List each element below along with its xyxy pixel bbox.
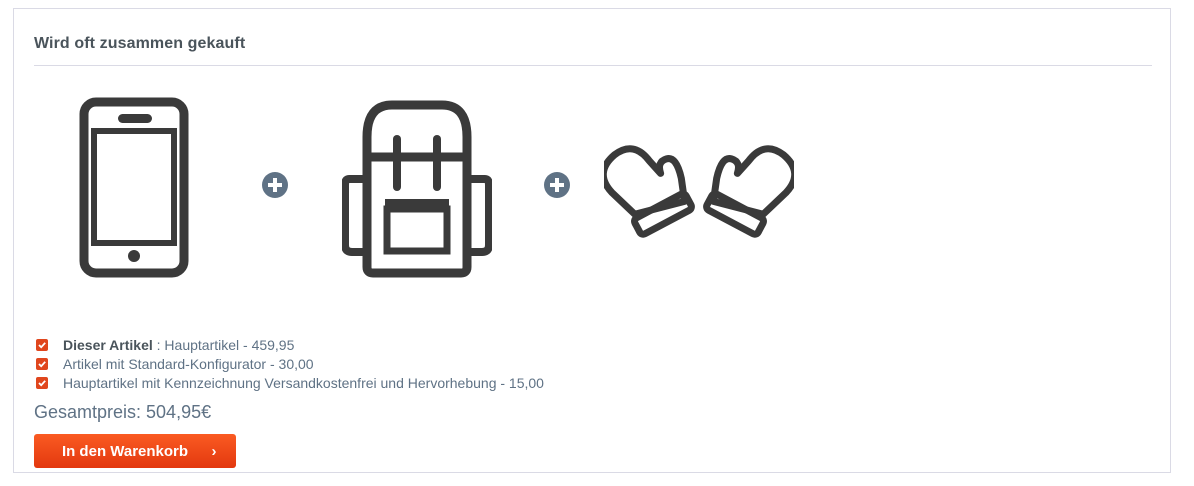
chevron-right-icon: › (211, 442, 217, 460)
add-to-cart-button[interactable]: In den Warenkorb › (34, 434, 236, 468)
divider (34, 65, 1152, 66)
backpack-icon (341, 100, 493, 278)
item-checkbox[interactable] (36, 338, 48, 351)
bundle-item: Artikel mit Standard-Konfigurator - 30,0… (36, 354, 544, 373)
item-label: Artikel mit Standard-Konfigurator - 30,0… (63, 355, 314, 372)
item-label: : Hauptartikel - 459,95 (152, 336, 295, 353)
plus-circle-icon (544, 172, 570, 198)
product-smartphone[interactable] (79, 97, 189, 284)
bundle-item: Dieser Artikel : Hauptartikel - 459,95 (36, 335, 544, 354)
checkmark-icon (38, 379, 46, 387)
item-checkbox[interactable] (36, 376, 48, 389)
checkmark-icon (38, 341, 46, 349)
item-bold-label: Dieser Artikel (63, 336, 153, 353)
item-label: Hauptartikel mit Kennzeichnung Versandko… (63, 374, 544, 391)
product-mittens[interactable] (599, 137, 799, 252)
total-price: Gesamtpreis: 504,95€ (34, 402, 212, 422)
plus-circle-icon (262, 172, 288, 198)
panel-title: Wird oft zusammen gekauft (34, 35, 246, 52)
item-checkbox[interactable] (36, 357, 48, 370)
add-to-cart-label: In den Warenkorb (61, 442, 189, 460)
smartphone-icon (79, 97, 189, 278)
bundle-item: Hauptartikel mit Kennzeichnung Versandko… (36, 373, 544, 392)
mittens-icon (599, 145, 799, 238)
bundle-item-list: Dieser Artikel : Hauptartikel - 459,95 A… (36, 335, 544, 392)
checkmark-icon (38, 360, 46, 368)
bundle-panel: Wird oft zusammen gekauft Dieser Artikel… (13, 8, 1171, 473)
product-backpack[interactable] (341, 97, 493, 284)
